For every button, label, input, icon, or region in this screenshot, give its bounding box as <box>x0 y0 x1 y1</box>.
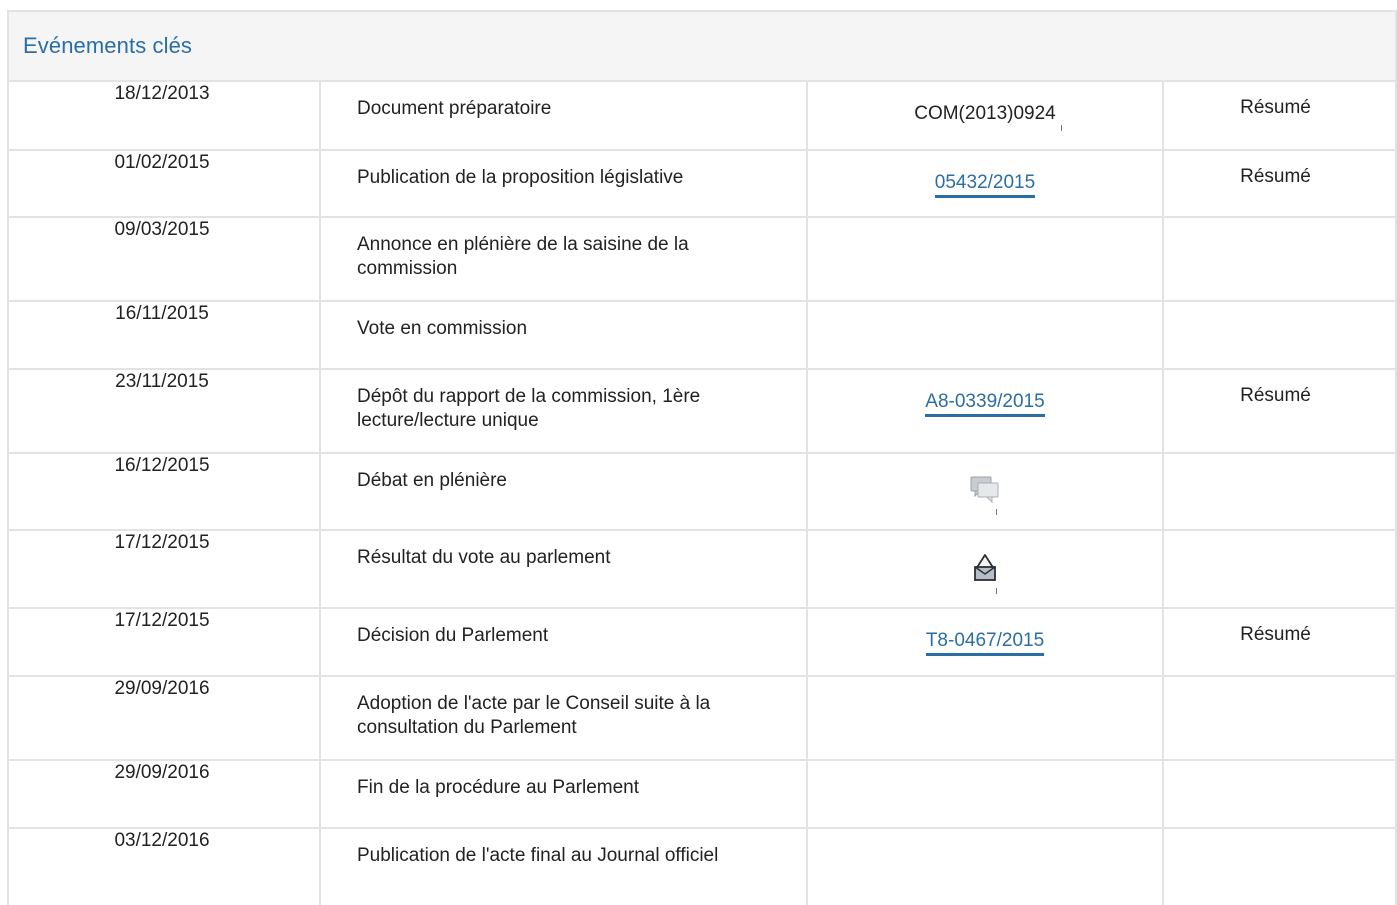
event-description: Publication de la proposition législativ… <box>320 150 808 218</box>
event-date: 17/12/2015 <box>9 608 321 677</box>
event-date: 16/12/2015 <box>9 453 321 531</box>
event-date: 01/02/2015 <box>9 150 321 218</box>
event-description: Document préparatoire <box>320 82 808 151</box>
event-summary <box>1163 760 1395 829</box>
event-date: 29/09/2016 <box>9 676 321 761</box>
event-date: 29/09/2016 <box>9 760 321 829</box>
event-row: 18/12/2013 Document préparatoire COM(201… <box>9 82 1395 151</box>
event-summary: Résumé <box>1163 608 1395 677</box>
event-description: Décision du Parlement <box>320 608 808 677</box>
event-description: Résultat du vote au parlement <box>320 530 808 609</box>
event-reference-cell: 05432/2015 <box>807 150 1164 218</box>
event-summary <box>1163 453 1395 531</box>
event-row: 16/12/2015 Débat en plénière <box>9 453 1395 531</box>
event-reference-cell <box>807 301 1164 370</box>
event-reference-cell <box>807 760 1164 829</box>
key-events-table: 18/12/2013 Document préparatoire COM(201… <box>9 82 1395 905</box>
event-date: 18/12/2013 <box>9 82 321 151</box>
event-reference-link[interactable]: A8-0339/2015 <box>925 391 1045 417</box>
event-summary <box>1163 301 1395 370</box>
event-summary: Résumé <box>1163 369 1395 454</box>
event-summary: Résumé <box>1163 150 1395 218</box>
event-summary <box>1163 828 1395 905</box>
event-description: Vote en commission <box>320 301 808 370</box>
event-row: 01/02/2015 Publication de la proposition… <box>9 150 1395 218</box>
debate-speech-bubbles-icon[interactable] <box>965 470 1005 510</box>
event-date: 23/11/2015 <box>9 369 321 454</box>
event-row: 03/12/2016 Publication de l'acte final a… <box>9 828 1395 905</box>
event-date: 09/03/2015 <box>9 217 321 302</box>
event-row: 16/11/2015 Vote en commission <box>9 301 1395 370</box>
cell-marker <box>996 509 997 515</box>
event-description: Adoption de l'acte par le Conseil suite … <box>320 676 808 761</box>
event-reference-cell: A8-0339/2015 <box>807 369 1164 454</box>
cell-marker <box>996 588 997 594</box>
event-summary <box>1163 530 1395 609</box>
event-date: 03/12/2016 <box>9 828 321 905</box>
ballot-box-vote-icon[interactable] <box>965 547 1005 587</box>
event-reference-cell <box>807 828 1164 905</box>
event-description: Fin de la procédure au Parlement <box>320 760 808 829</box>
event-row: 17/12/2015 Résultat du vote au parlement <box>9 530 1395 609</box>
event-reference-link[interactable]: T8-0467/2015 <box>925 630 1045 656</box>
event-reference-cell <box>807 676 1164 761</box>
event-date: 17/12/2015 <box>9 530 321 609</box>
panel-header: Evénements clés <box>9 12 1395 82</box>
event-reference-cell <box>807 530 1164 609</box>
event-description: Publication de l'acte final au Journal o… <box>320 828 808 905</box>
event-summary <box>1163 676 1395 761</box>
event-description: Débat en plénière <box>320 453 808 531</box>
event-reference-cell <box>807 217 1164 302</box>
event-row: 17/12/2015 Décision du Parlement T8-0467… <box>9 608 1395 677</box>
event-summary: Résumé <box>1163 82 1395 151</box>
event-row: 23/11/2015 Dépôt du rapport de la commis… <box>9 369 1395 454</box>
event-summary <box>1163 217 1395 302</box>
event-reference-link[interactable]: 05432/2015 <box>934 172 1036 198</box>
event-reference-cell: COM(2013)0924 <box>807 82 1164 151</box>
event-description: Dépôt du rapport de la commission, 1ère … <box>320 369 808 454</box>
event-row: 29/09/2016 Fin de la procédure au Parlem… <box>9 760 1395 829</box>
cell-marker <box>1061 125 1062 131</box>
event-reference-cell <box>807 453 1164 531</box>
panel-title: Evénements clés <box>23 33 193 58</box>
event-date: 16/11/2015 <box>9 301 321 370</box>
event-row: 09/03/2015 Annonce en plénière de la sai… <box>9 217 1395 302</box>
event-description: Annonce en plénière de la saisine de la … <box>320 217 808 302</box>
event-reference-text: COM(2013)0924 <box>914 103 1056 124</box>
key-events-panel: Evénements clés 18/12/2013 Document prép… <box>7 10 1397 905</box>
event-row: 29/09/2016 Adoption de l'acte par le Con… <box>9 676 1395 761</box>
event-reference-cell: T8-0467/2015 <box>807 608 1164 677</box>
